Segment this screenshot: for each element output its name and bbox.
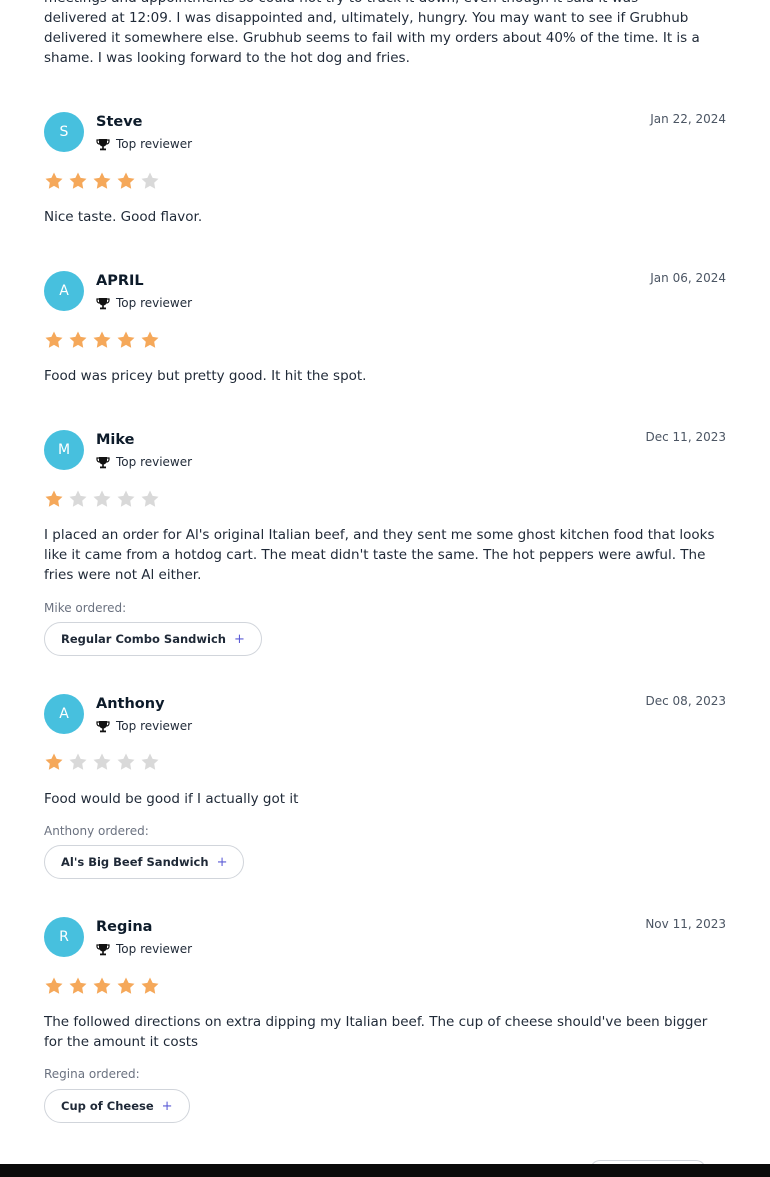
star-rating bbox=[44, 489, 160, 509]
trophy-icon bbox=[96, 456, 110, 468]
ordered-item-label: Regular Combo Sandwich bbox=[61, 632, 226, 646]
ordered-item-label: Al's Big Beef Sandwich bbox=[61, 855, 209, 869]
avatar: A bbox=[44, 271, 84, 311]
ordered-label: Anthony ordered: bbox=[44, 824, 149, 838]
star-empty-icon bbox=[117, 753, 135, 770]
top-reviewer-label: Top reviewer bbox=[116, 719, 193, 733]
review-text: The followed directions on extra dipping… bbox=[44, 1014, 708, 1050]
review-card: M Mike Top reviewer Dec 11, 2023 I place… bbox=[44, 430, 726, 660]
avatar: R bbox=[44, 917, 84, 957]
star-rating bbox=[44, 171, 160, 191]
top-reviewer-label: Top reviewer bbox=[116, 296, 193, 310]
star-filled-icon bbox=[45, 977, 63, 994]
review-card: S Steve Top reviewer Jan 22, 2024 Nice t… bbox=[44, 112, 726, 232]
review-date: Jan 06, 2024 bbox=[650, 271, 726, 285]
reviewer-name: Mike bbox=[96, 432, 135, 448]
star-filled-icon bbox=[117, 977, 135, 994]
star-empty-icon bbox=[69, 490, 87, 507]
star-empty-icon bbox=[93, 753, 111, 770]
top-reviewer-label: Top reviewer bbox=[116, 942, 193, 956]
avatar: M bbox=[44, 430, 84, 470]
star-filled-icon bbox=[69, 172, 87, 189]
star-filled-icon bbox=[93, 977, 111, 994]
review-date: Jan 22, 2024 bbox=[650, 112, 726, 126]
review-header: M Mike Top reviewer Dec 11, 2023 bbox=[44, 430, 726, 478]
review-text: I placed an order for Al's original Ital… bbox=[44, 527, 715, 583]
reviewer-name: APRIL bbox=[96, 273, 144, 289]
review-date: Dec 11, 2023 bbox=[645, 430, 726, 444]
review-text: Food was pricey but pretty good. It hit … bbox=[44, 368, 367, 384]
top-reviewer-badge: Top reviewer bbox=[96, 137, 192, 151]
star-filled-icon bbox=[45, 753, 63, 770]
top-reviewer-badge: Top reviewer bbox=[96, 942, 192, 956]
review-text-continued: meetings and appointments so could not t… bbox=[44, 0, 700, 66]
star-filled-icon bbox=[69, 977, 87, 994]
review-header: S Steve Top reviewer Jan 22, 2024 bbox=[44, 112, 726, 160]
star-filled-icon bbox=[141, 331, 159, 348]
top-reviewer-badge: Top reviewer bbox=[96, 719, 192, 733]
trophy-icon bbox=[96, 297, 110, 309]
star-empty-icon bbox=[141, 753, 159, 770]
star-filled-icon bbox=[45, 331, 63, 348]
review-header: R Regina Top reviewer Nov 11, 2023 bbox=[44, 917, 726, 965]
review-date: Dec 08, 2023 bbox=[645, 694, 726, 708]
star-filled-icon bbox=[69, 331, 87, 348]
star-filled-icon bbox=[141, 977, 159, 994]
review-card: R Regina Top reviewer Nov 11, 2023 The f… bbox=[44, 917, 726, 1127]
star-filled-icon bbox=[93, 331, 111, 348]
star-empty-icon bbox=[117, 490, 135, 507]
review-card: A Anthony Top reviewer Dec 08, 2023 Food… bbox=[44, 694, 726, 884]
star-rating bbox=[44, 752, 160, 772]
avatar: S bbox=[44, 112, 84, 152]
top-reviewer-label: Top reviewer bbox=[116, 455, 193, 469]
reviewer-name: Steve bbox=[96, 114, 143, 130]
star-filled-icon bbox=[117, 331, 135, 348]
avatar: A bbox=[44, 694, 84, 734]
ordered-item-button[interactable]: Regular Combo Sandwich + bbox=[44, 622, 262, 656]
ordered-label: Regina ordered: bbox=[44, 1067, 140, 1081]
plus-icon: + bbox=[233, 631, 245, 647]
review-header: A APRIL Top reviewer Jan 06, 2024 bbox=[44, 271, 726, 319]
star-filled-icon bbox=[45, 172, 63, 189]
trophy-icon bbox=[96, 720, 110, 732]
star-filled-icon bbox=[45, 490, 63, 507]
reviewer-name: Anthony bbox=[96, 696, 165, 712]
review-text: Nice taste. Good flavor. bbox=[44, 209, 203, 225]
top-reviewer-badge: Top reviewer bbox=[96, 296, 192, 310]
plus-icon: + bbox=[161, 1098, 173, 1114]
top-reviewer-label: Top reviewer bbox=[116, 137, 193, 151]
star-filled-icon bbox=[93, 172, 111, 189]
trophy-icon bbox=[96, 138, 110, 150]
review-header: A Anthony Top reviewer Dec 08, 2023 bbox=[44, 694, 726, 742]
ordered-item-button[interactable]: Cup of Cheese + bbox=[44, 1089, 190, 1123]
star-filled-icon bbox=[117, 172, 135, 189]
star-empty-icon bbox=[93, 490, 111, 507]
trophy-icon bbox=[96, 943, 110, 955]
review-card: A APRIL Top reviewer Jan 06, 2024 Food w… bbox=[44, 271, 726, 391]
bottom-bar bbox=[0, 1164, 770, 1177]
star-rating bbox=[44, 330, 160, 350]
ordered-item-button[interactable]: Al's Big Beef Sandwich + bbox=[44, 845, 245, 879]
plus-icon: + bbox=[216, 854, 228, 870]
star-empty-icon bbox=[141, 172, 159, 189]
review-date: Nov 11, 2023 bbox=[645, 917, 726, 931]
ordered-label: Mike ordered: bbox=[44, 601, 127, 615]
star-empty-icon bbox=[69, 753, 87, 770]
reviews-page: meetings and appointments so could not t… bbox=[0, 0, 770, 1177]
review-text: Food would be good if I actually got it bbox=[44, 791, 299, 807]
star-empty-icon bbox=[141, 490, 159, 507]
top-reviewer-badge: Top reviewer bbox=[96, 455, 192, 469]
ordered-item-label: Cup of Cheese bbox=[61, 1099, 154, 1113]
reviewer-name: Regina bbox=[96, 919, 153, 935]
star-rating bbox=[44, 976, 160, 996]
